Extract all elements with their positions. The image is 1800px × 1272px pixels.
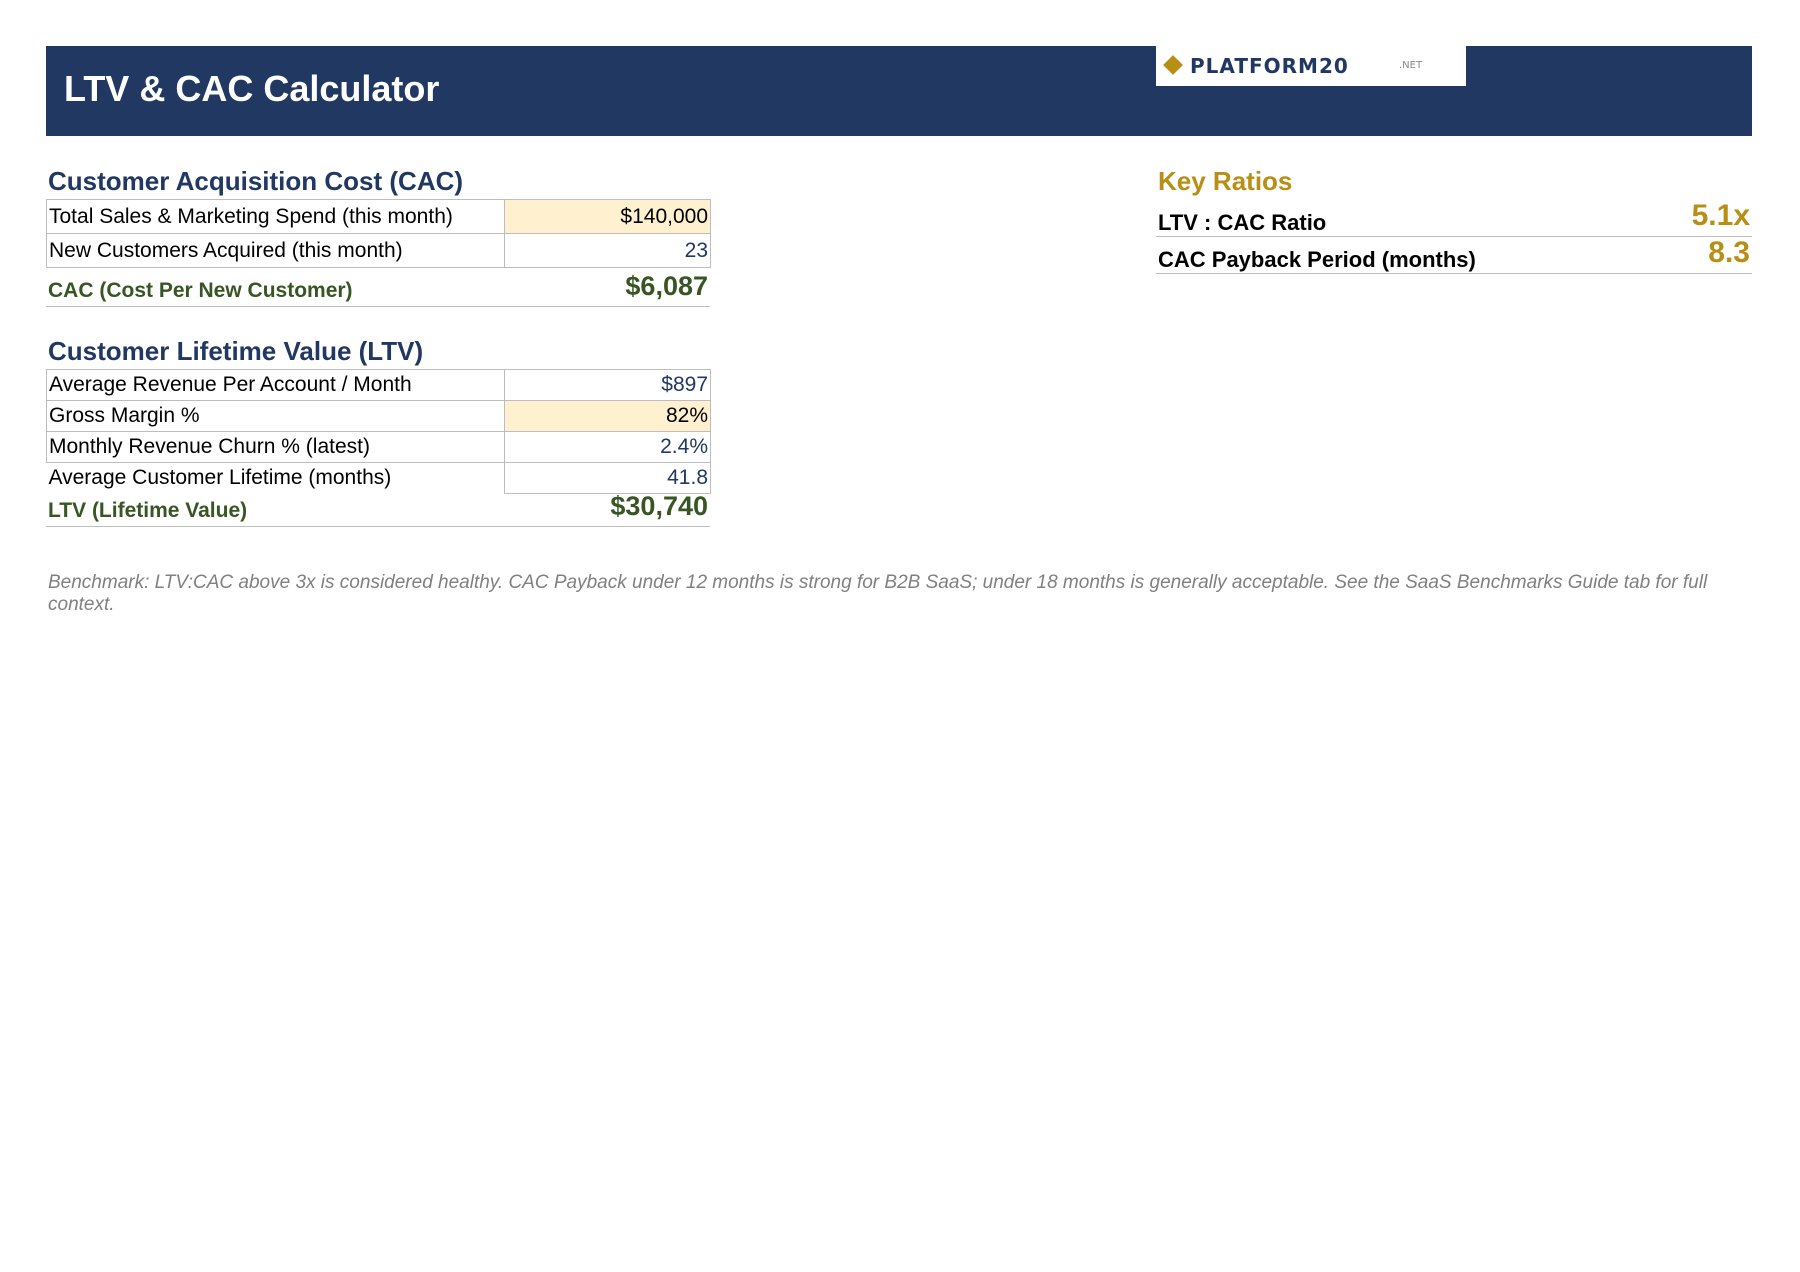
ltv-cac-ratio-value: 5.1x bbox=[1691, 199, 1750, 232]
diamond-icon bbox=[1163, 55, 1183, 75]
cac-result-row: CAC (Cost Per New Customer) $6,087 bbox=[46, 271, 710, 307]
lifetime-value[interactable]: 41.8 bbox=[504, 462, 711, 494]
cac-heading: Customer Acquisition Cost (CAC) bbox=[48, 166, 464, 196]
spend-label: Total Sales & Marketing Spend (this mont… bbox=[46, 199, 505, 234]
arpa-value[interactable]: $897 bbox=[504, 369, 711, 401]
ltv-cac-ratio-label: LTV : CAC Ratio bbox=[1158, 210, 1327, 235]
gross-margin-label: Gross Margin % bbox=[46, 400, 505, 432]
benchmark-note: Benchmark: LTV:CAC above 3x is considere… bbox=[48, 572, 1708, 615]
ltv-result-row: LTV (Lifetime Value) $30,740 bbox=[46, 491, 710, 527]
ratios-heading: Key Ratios bbox=[1158, 166, 1293, 196]
table-row: Average Customer Lifetime (months) 41.8 bbox=[46, 462, 711, 494]
churn-label: Monthly Revenue Churn % (latest) bbox=[46, 431, 505, 463]
new-customers-label: New Customers Acquired (this month) bbox=[46, 233, 505, 268]
payback-row: CAC Payback Period (months) 8.3 bbox=[1156, 236, 1752, 274]
ltv-result-value: $30,740 bbox=[610, 491, 708, 521]
cac-input-table: Total Sales & Marketing Spend (this mont… bbox=[46, 199, 711, 268]
ltv-heading: Customer Lifetime Value (LTV) bbox=[48, 336, 424, 366]
spend-input[interactable]: $140,000 bbox=[504, 199, 711, 234]
ltv-input-table: Average Revenue Per Account / Month $897… bbox=[46, 369, 711, 494]
arpa-label: Average Revenue Per Account / Month bbox=[46, 369, 505, 401]
table-row: Total Sales & Marketing Spend (this mont… bbox=[46, 199, 711, 234]
cac-result-label: CAC (Cost Per New Customer) bbox=[48, 279, 353, 302]
page-title: LTV & CAC Calculator bbox=[64, 68, 440, 109]
table-row: Average Revenue Per Account / Month $897 bbox=[46, 369, 711, 401]
logo-text: PLATFORM20 bbox=[1190, 54, 1349, 78]
churn-value[interactable]: 2.4% bbox=[504, 431, 711, 463]
table-row: New Customers Acquired (this month) 23 bbox=[46, 233, 711, 268]
logo-suffix: .NET bbox=[1399, 60, 1423, 71]
cac-result-value: $6,087 bbox=[625, 271, 708, 301]
payback-value: 8.3 bbox=[1708, 236, 1750, 269]
table-row: Gross Margin % 82% bbox=[46, 400, 711, 432]
title-banner: LTV & CAC Calculator PLATFORM20 .NET bbox=[46, 46, 1752, 136]
logo: PLATFORM20 .NET bbox=[1156, 46, 1466, 86]
ltv-cac-ratio-row: LTV : CAC Ratio 5.1x bbox=[1156, 199, 1752, 237]
ltv-result-label: LTV (Lifetime Value) bbox=[48, 499, 248, 522]
lifetime-label: Average Customer Lifetime (months) bbox=[46, 462, 505, 494]
gross-margin-input[interactable]: 82% bbox=[504, 400, 711, 432]
payback-label: CAC Payback Period (months) bbox=[1158, 247, 1476, 272]
new-customers-value[interactable]: 23 bbox=[504, 233, 711, 268]
table-row: Monthly Revenue Churn % (latest) 2.4% bbox=[46, 431, 711, 463]
